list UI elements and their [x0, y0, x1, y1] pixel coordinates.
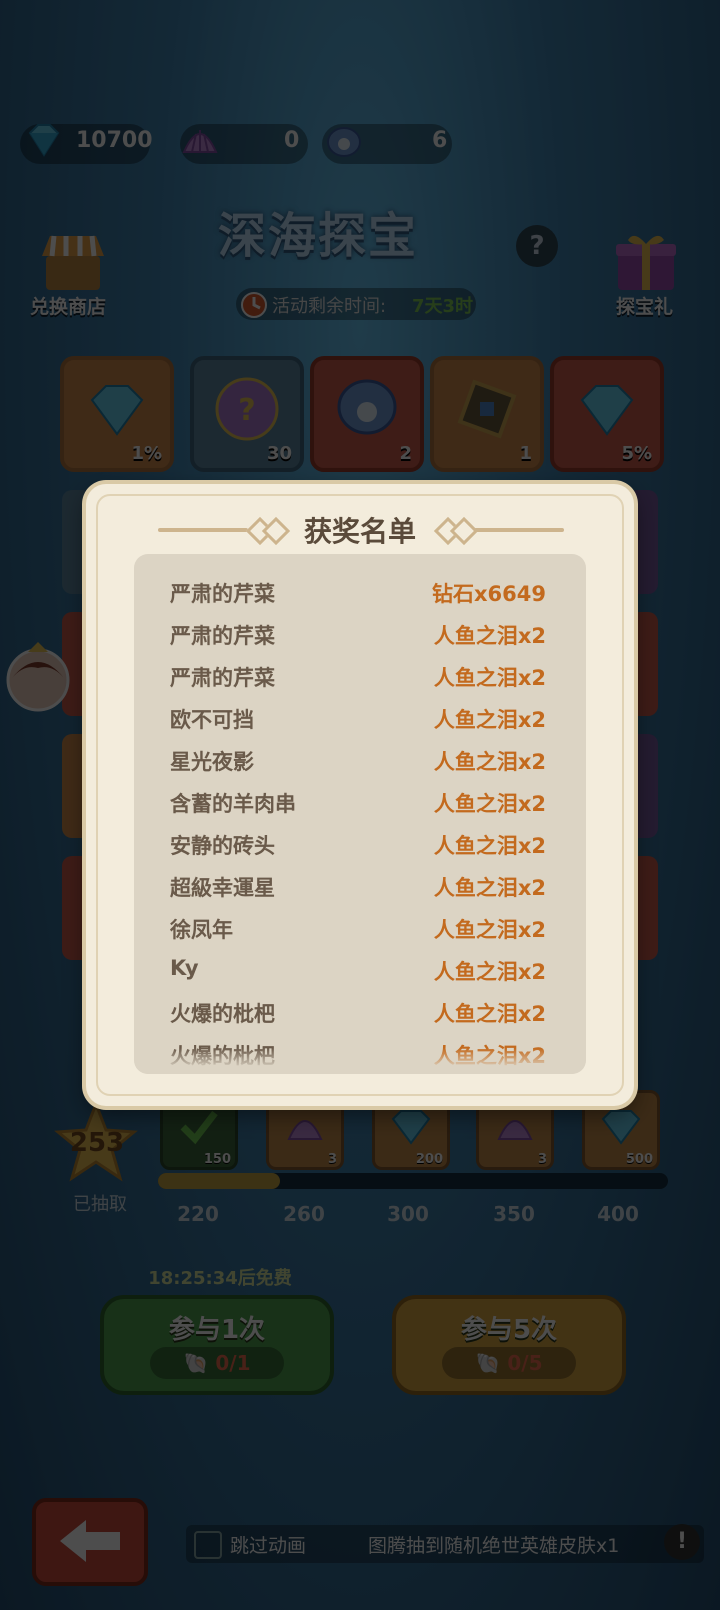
winner-name: 星光夜影 — [170, 750, 254, 774]
winner-name: 超級幸運星 — [170, 876, 275, 900]
winners-list[interactable]: 严肃的芹菜 钻石x6649 严肃的芹菜 人鱼之泪x2 严肃的芹菜 人鱼之泪x2 … — [134, 554, 586, 1074]
winner-prize: 人鱼之泪x2 — [433, 708, 546, 732]
winner-prize: 人鱼之泪x2 — [433, 792, 546, 816]
winner-prize: 人鱼之泪x2 — [433, 876, 546, 900]
winner-name: 严肃的芹菜 — [170, 624, 275, 648]
winner-name: Ky — [170, 956, 199, 980]
winner-name: 安静的砖头 — [170, 834, 275, 858]
winner-row: Ky 人鱼之泪x2 — [134, 950, 586, 992]
list-fade — [134, 1048, 586, 1074]
winner-row: 超級幸運星 人鱼之泪x2 — [134, 866, 586, 908]
title-divider-right — [474, 528, 564, 532]
winner-row: 火爆的枇杷 人鱼之泪x2 — [134, 992, 586, 1034]
winner-prize: 人鱼之泪x2 — [433, 960, 546, 984]
winner-row: 欧不可挡 人鱼之泪x2 — [134, 698, 586, 740]
winner-prize: 人鱼之泪x2 — [433, 1002, 546, 1026]
title-divider-left — [158, 528, 248, 532]
winner-prize: 人鱼之泪x2 — [433, 918, 546, 942]
winner-row: 严肃的芹菜 人鱼之泪x2 — [134, 614, 586, 656]
winner-row: 星光夜影 人鱼之泪x2 — [134, 740, 586, 782]
winner-name: 徐凤年 — [170, 918, 233, 942]
winner-name: 严肃的芹菜 — [170, 666, 275, 690]
winner-prize: 人鱼之泪x2 — [433, 834, 546, 858]
winner-name: 火爆的枇杷 — [170, 1002, 275, 1026]
winner-row: 安静的砖头 人鱼之泪x2 — [134, 824, 586, 866]
winner-name: 含蓄的羊肉串 — [170, 792, 296, 816]
winner-row: 徐凤年 人鱼之泪x2 — [134, 908, 586, 950]
winner-row: 严肃的芹菜 人鱼之泪x2 — [134, 656, 586, 698]
winner-prize: 人鱼之泪x2 — [433, 750, 546, 774]
winner-prize: 钻石x6649 — [432, 582, 546, 606]
winner-prize: 人鱼之泪x2 — [433, 666, 546, 690]
winner-name: 严肃的芹菜 — [170, 582, 275, 606]
winner-prize: 人鱼之泪x2 — [433, 624, 546, 648]
winner-row: 严肃的芹菜 钻石x6649 — [134, 572, 586, 614]
winner-row: 含蓄的羊肉串 人鱼之泪x2 — [134, 782, 586, 824]
winner-name: 欧不可挡 — [170, 708, 254, 732]
